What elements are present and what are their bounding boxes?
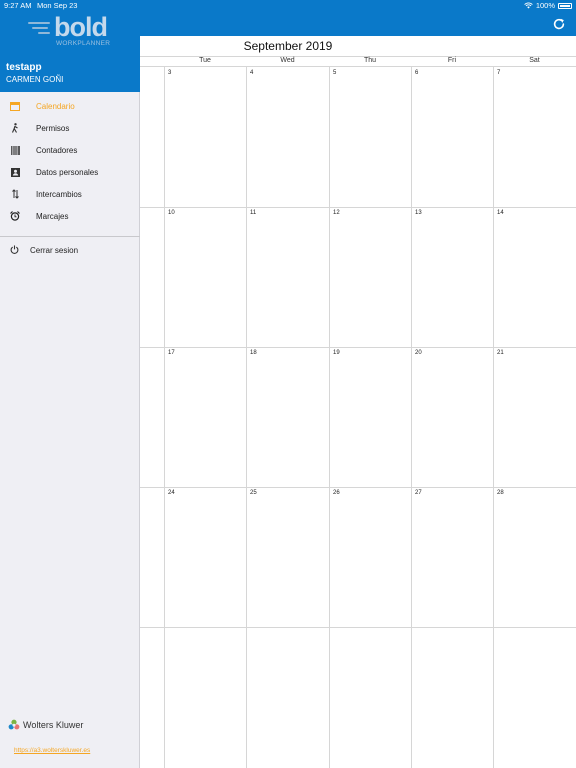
day-cell[interactable]: 10 — [168, 210, 175, 216]
day-cell[interactable]: 13 — [415, 210, 422, 216]
wolters-kluwer-label: Wolters Kluwer — [23, 720, 84, 730]
day-cell[interactable]: 12 — [333, 210, 340, 216]
logout-button[interactable]: Cerrar sesion — [0, 240, 140, 260]
sidebar-item-label: Datos personales — [36, 167, 99, 177]
bold-logo: bold WORKPLANNER — [28, 12, 114, 52]
logout-label: Cerrar sesion — [30, 245, 79, 255]
grid-row-line — [140, 487, 576, 488]
weekday-label: Thu — [363, 57, 377, 64]
wolters-kluwer-brand: Wolters Kluwer — [8, 719, 83, 731]
day-cell[interactable]: 20 — [415, 350, 422, 356]
grid-row-line — [140, 207, 576, 208]
grid-row-line — [140, 627, 576, 628]
battery-icon — [558, 2, 572, 9]
grid-row-line — [140, 347, 576, 348]
day-cell[interactable]: 3 — [168, 70, 171, 76]
sidebar-menu: Calendario Permisos Contadores Datos per… — [0, 95, 140, 227]
weekday-label: Sat — [529, 57, 540, 64]
day-cell[interactable]: 18 — [250, 350, 257, 356]
day-cell[interactable]: 25 — [250, 490, 257, 496]
sidebar-item-calendario[interactable]: Calendario — [0, 95, 140, 117]
day-cell[interactable]: 26 — [333, 490, 340, 496]
day-cell[interactable]: 14 — [497, 210, 504, 216]
alarm-clock-icon — [10, 211, 20, 221]
sidebar-item-marcajes[interactable]: Marcajes — [0, 205, 140, 227]
calendar-grid: 3 4 5 6 7 10 11 12 13 14 17 18 19 20 21 24 25 26 27 28 — [140, 67, 576, 768]
status-date: Mon Sep 23 — [37, 1, 78, 10]
user-full-name: CARMEN GOÑI — [6, 75, 64, 84]
logo-subtitle: WORKPLANNER — [56, 40, 111, 47]
grid-column-line — [164, 67, 165, 768]
grid-column-line — [411, 67, 412, 768]
sidebar: bold WORKPLANNER testapp CARMEN GOÑI Cal… — [0, 0, 140, 768]
power-icon — [10, 245, 20, 255]
sidebar-header: bold WORKPLANNER testapp CARMEN GOÑI — [0, 0, 140, 92]
day-cell[interactable]: 24 — [168, 490, 175, 496]
day-cell[interactable]: 5 — [333, 70, 336, 76]
day-cell[interactable]: 19 — [333, 350, 340, 356]
id-card-icon — [10, 167, 20, 177]
grid-column-line — [246, 67, 247, 768]
month-title: September 2019 — [243, 39, 333, 53]
wolters-kluwer-link[interactable]: https://a3.wolterskluwer.es — [14, 747, 90, 754]
day-cell[interactable]: 28 — [497, 490, 504, 496]
status-bar: 9:27 AM Mon Sep 23 100% — [0, 0, 576, 12]
day-cell[interactable]: 27 — [415, 490, 422, 496]
sidebar-item-label: Intercambios — [36, 189, 82, 199]
sidebar-item-contadores[interactable]: Contadores — [0, 139, 140, 161]
sidebar-item-datos-personales[interactable]: Datos personales — [0, 161, 140, 183]
battery-percent: 100% — [535, 1, 555, 10]
weekday-label: Tue — [199, 57, 211, 64]
wifi-icon — [524, 2, 533, 9]
sidebar-item-label: Contadores — [36, 145, 78, 155]
calendar: September 2019 Tue Wed Thu Fri Sat 3 4 5 6 7 10 11… — [140, 36, 576, 768]
sidebar-item-label: Permisos — [36, 123, 70, 133]
sidebar-item-label: Marcajes — [36, 211, 69, 221]
weekday-label: Wed — [280, 57, 295, 64]
day-cell[interactable]: 7 — [497, 70, 500, 76]
logo-word: bold — [54, 12, 108, 42]
grid-column-line — [493, 67, 494, 768]
wolters-kluwer-logo-icon — [8, 719, 20, 730]
weekday-label: Fri — [447, 57, 457, 64]
walking-icon — [10, 123, 20, 133]
menu-divider — [0, 236, 140, 237]
calendar-icon — [10, 101, 20, 111]
day-cell[interactable]: 21 — [497, 350, 504, 356]
day-cell[interactable]: 4 — [250, 70, 253, 76]
status-right: 100% — [524, 1, 572, 10]
status-time: 9:27 AM — [4, 1, 32, 10]
barcode-icon — [10, 145, 20, 155]
sidebar-item-intercambios[interactable]: Intercambios — [0, 183, 140, 205]
day-cell[interactable]: 17 — [168, 350, 175, 356]
user-name: testapp — [6, 62, 42, 73]
grid-column-line — [329, 67, 330, 768]
day-cell[interactable]: 11 — [250, 210, 256, 216]
refresh-icon[interactable] — [552, 17, 566, 31]
sidebar-item-permisos[interactable]: Permisos — [0, 117, 140, 139]
sidebar-item-label: Calendario — [36, 101, 75, 111]
weekday-header: Tue Wed Thu Fri Sat — [140, 56, 576, 67]
swap-icon — [10, 189, 20, 199]
day-cell[interactable]: 6 — [415, 70, 418, 76]
